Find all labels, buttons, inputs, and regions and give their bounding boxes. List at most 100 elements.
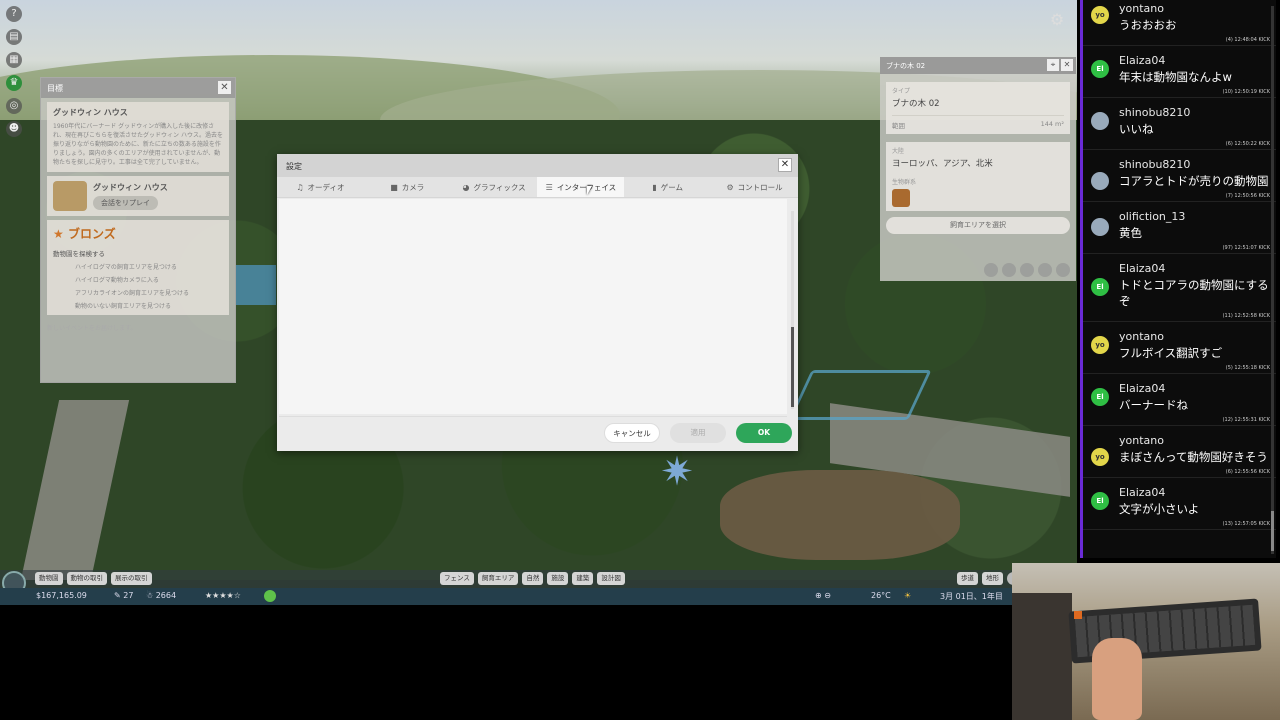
cancel-button[interactable]: キャンセル	[604, 423, 660, 443]
happiness-icon	[264, 590, 276, 602]
info-panel-header: ブナの木 02 ⌖ ✕	[880, 57, 1076, 74]
chat-message: El Elaiza04 文字が小さいよ (13) 12:57:05 KICK	[1083, 478, 1276, 530]
avatar: El	[1091, 278, 1109, 296]
toolbar-zoo-button[interactable]: 動物園	[35, 572, 63, 585]
chat-username: Elaiza04	[1119, 486, 1166, 499]
apply-button[interactable]: 適用	[670, 423, 726, 443]
goal-panel-close-button[interactable]: ✕	[218, 81, 231, 94]
chat-text: フルボイス翻訳すご	[1119, 346, 1223, 360]
ratings-display: ✎ 27	[114, 591, 134, 600]
chat-text: まぼさんって動物園好きそう	[1119, 450, 1268, 464]
avatar: El	[1091, 388, 1109, 406]
range-value: 144 m²	[1040, 120, 1064, 128]
orange-keycap	[1074, 611, 1082, 619]
chat-username: shinobu8210	[1119, 158, 1191, 171]
copy-icon[interactable]	[1020, 263, 1034, 277]
type-value: ブナの木 02	[892, 99, 940, 109]
tab-label: オーディオ	[307, 182, 345, 192]
chat-username: olifiction_13	[1119, 210, 1186, 223]
mouse-cursor-icon	[587, 186, 592, 195]
settings-dialog: 設定 ✕ ♫ オーディオ ■ カメラ ◕ グラフィックス ☰ インターフェイス ▮ ゲーム…	[277, 154, 798, 451]
chat-scrollbar-thumb[interactable]	[1271, 511, 1274, 551]
toolbar-nature-button[interactable]: 自然	[522, 572, 544, 585]
chat-username: Elaiza04	[1119, 54, 1166, 67]
chat-text: バーナードね	[1119, 398, 1188, 412]
chat-meta: (4) 12:48:04 KICK	[1225, 37, 1270, 43]
hand-image	[1092, 638, 1142, 720]
object-info-panel: ブナの木 02 ⌖ ✕ タイプ ブナの木 02 範囲 144 m² 大陸 ヨーロ…	[880, 57, 1076, 281]
stream-chat-panel[interactable]: yo yontano うおおおお (4) 12:48:04 KICK El El…	[1080, 0, 1276, 558]
tab-label: コントロール	[737, 182, 783, 192]
chat-scrollbar[interactable]	[1271, 6, 1274, 554]
settings-footer: キャンセル 適用 OK	[604, 423, 792, 443]
toolbar-blueprint-button[interactable]: 設計図	[597, 572, 625, 585]
footer-divider	[279, 416, 787, 417]
settings-scrollbar[interactable]	[791, 211, 794, 409]
camera-icon: ■	[390, 182, 398, 192]
chat-message: yo yontano フルボイス翻訳すご (5) 12:55:18 KICK	[1083, 322, 1276, 374]
toolbar-animal-trade-button[interactable]: 動物の取引	[66, 572, 107, 585]
habitat-card: 大陸 ヨーロッパ、アジア、北米 生物群系	[886, 142, 1070, 211]
edit-icon[interactable]	[1038, 263, 1052, 277]
toolbar-construction-button[interactable]: 建築	[572, 572, 594, 585]
tab-game[interactable]: ▮ ゲーム	[624, 177, 711, 197]
toolbar-left-group: 動物園 動物の取引 展示の取引	[35, 572, 152, 585]
water-pool	[236, 265, 276, 305]
game-viewport[interactable]: ✷ ? ▤ ▦ ♛ ◎ ☻ ⚙ 目標 ✕ グッドウィン ハウス 1960年代にバ…	[0, 0, 1077, 605]
tab-interface[interactable]: ☰ インターフェイス	[537, 177, 625, 197]
pause-time-icon[interactable]: ⊕ ⊖	[815, 591, 831, 600]
task-item: 動物のいない飼育エリアを見つける	[75, 303, 172, 310]
toolbar-terrain-button[interactable]: 地形	[982, 572, 1003, 585]
chat-meta: (10) 12:50:19 KICK	[1222, 89, 1270, 95]
money-display: $167,165.09	[36, 591, 87, 600]
chat-meta: (6) 12:55:56 KICK	[1225, 469, 1270, 475]
settings-close-button[interactable]: ✕	[778, 158, 792, 172]
chat-text: うおおおお	[1119, 18, 1177, 32]
guest-count-value: 2664	[155, 591, 177, 600]
toolbar-path-button[interactable]: 歩道	[957, 572, 978, 585]
range-label: 範囲	[892, 122, 905, 130]
chat-message: olifiction_13 黄色 (97) 12:51:07 KICK	[1083, 202, 1276, 254]
tab-audio[interactable]: ♫ オーディオ	[277, 177, 364, 197]
zoo-rating-stars: ★★★★☆	[205, 591, 241, 600]
goal-title: グッドウィン ハウス	[53, 108, 128, 117]
chat-username: shinobu8210	[1119, 106, 1191, 119]
settings-content[interactable]	[279, 199, 794, 414]
tier-label: ブロンズ	[67, 227, 116, 241]
tab-label: カメラ	[401, 182, 425, 192]
chat-message: El Elaiza04 トドとコアラの動物園にするぞ (11) 12:52:58…	[1083, 254, 1276, 322]
type-card: タイプ ブナの木 02 範囲 144 m²	[886, 82, 1070, 134]
toolbar-habitat-button[interactable]: 飼育エリア	[477, 572, 519, 585]
goal-note: 新しいイベントをお届けします。	[47, 325, 137, 332]
research-icon[interactable]: ◎	[6, 98, 22, 114]
delete-icon[interactable]	[1056, 263, 1070, 277]
select-habitat-button[interactable]: 飼育エリアを選択	[886, 217, 1070, 234]
info-panel-actions	[984, 263, 1070, 277]
replay-dialogue-button[interactable]: 会話をリプレイ	[93, 196, 158, 210]
toolbar-fence-button[interactable]: フェンス	[440, 572, 474, 585]
finance-icon[interactable]: ▦	[6, 52, 22, 68]
toolbar-facility-button[interactable]: 施設	[547, 572, 569, 585]
staff-icon[interactable]: ☻	[6, 121, 22, 137]
chat-meta: (7) 12:50:56 KICK	[1225, 193, 1270, 199]
tab-graphics[interactable]: ◕ グラフィックス	[451, 177, 538, 197]
tier-heading: ★ ブロンズ	[53, 225, 223, 242]
scrollbar-thumb[interactable]	[791, 327, 794, 407]
goal-card: グッドウィン ハウス 1960年代にバーナード グッドウィンが購入した後に改修さ…	[47, 102, 229, 172]
tab-controls[interactable]: ⚙ コントロール	[711, 177, 798, 197]
help-icon[interactable]: ?	[6, 6, 22, 22]
info-panel-close-button[interactable]: ✕	[1061, 59, 1073, 71]
type-label: タイプ	[892, 88, 911, 95]
toolbar-exhibit-trade-button[interactable]: 展示の取引	[111, 572, 152, 585]
ok-button[interactable]: OK	[736, 423, 792, 443]
chat-meta: (12) 12:55:31 KICK	[1222, 417, 1270, 423]
locate-icon[interactable]: ⌖	[1047, 59, 1059, 71]
management-icon[interactable]: ▤	[6, 29, 22, 45]
range-row: 範囲 144 m²	[892, 115, 1064, 130]
trophy-icon[interactable]: ♛	[6, 75, 22, 91]
tab-camera[interactable]: ■ カメラ	[364, 177, 451, 197]
settings-gear-icon[interactable]: ⚙	[1048, 11, 1066, 29]
task-item: ハイイログマ動物カメラに入る	[75, 277, 159, 284]
move-icon[interactable]	[984, 263, 998, 277]
duplicate-icon[interactable]	[1002, 263, 1016, 277]
